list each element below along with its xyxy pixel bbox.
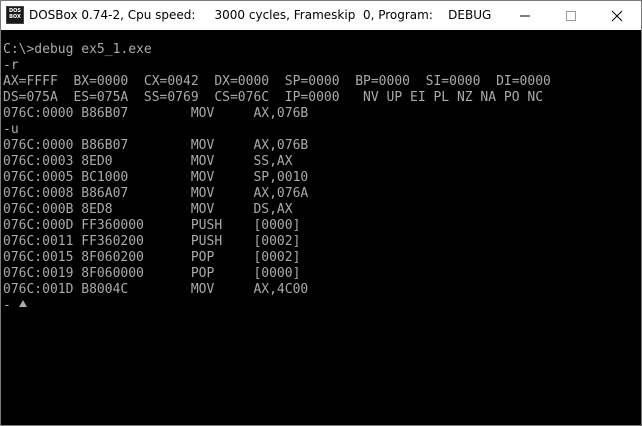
console-line-prompt-u: -u (3, 122, 19, 137)
console-line-registers-2: DS=075A ES=075A SS=0769 CS=076C IP=0000 … (3, 90, 544, 105)
console-line-prompt-r: -r (3, 58, 19, 73)
window-title: DOSBox 0.74-2, Cpu speed: 3000 cycles, F… (29, 8, 492, 22)
console-line-next-instruction: 076C:0000 B86B07 MOV AX,076B (3, 106, 309, 121)
dos-console-screen[interactable]: C:\>debug ex5_1.exe -r AX=FFFF BX=0000 C… (1, 30, 641, 425)
maximize-icon (566, 11, 576, 21)
console-line-disasm: 076C:000D FF360000 PUSH [0000] (3, 218, 301, 233)
title-bar[interactable]: DOS BOX DOSBox 0.74-2, Cpu speed: 3000 c… (1, 1, 641, 30)
console-line-disasm: 076C:000B 8ED8 MOV DS,AX (3, 202, 293, 217)
console-line-disasm: 076C:0011 FF360200 PUSH [0002] (3, 234, 301, 249)
console-line-disasm: 076C:0000 B86B07 MOV AX,076B (3, 138, 309, 153)
close-button[interactable] (594, 1, 640, 30)
dosbox-app-icon[interactable]: DOS BOX (6, 6, 24, 24)
app-icon-label: DOS BOX (8, 8, 21, 20)
console-line-disasm: 076C:0015 8F060200 POP [0002] (3, 250, 301, 265)
console-line-disasm: 076C:001D B8004C MOV AX,4C00 (3, 282, 309, 297)
console-line-disasm: 076C:0019 8F060000 POP [0000] (3, 266, 301, 281)
minimize-icon (520, 15, 530, 17)
console-line-disasm: 076C:0005 BC1000 MOV SP,0010 (3, 170, 309, 185)
close-icon (611, 10, 623, 22)
dosbox-window: DOS BOX DOSBox 0.74-2, Cpu speed: 3000 c… (0, 0, 642, 426)
maximize-button[interactable] (548, 1, 594, 30)
console-line-prompt: - (3, 298, 11, 313)
console-line-command: C:\>debug ex5_1.exe (3, 42, 152, 57)
mouse-cursor-icon (19, 300, 27, 307)
console-line-disasm: 076C:0003 8ED0 MOV SS,AX (3, 154, 293, 169)
console-line-registers-1: AX=FFFF BX=0000 CX=0042 DX=0000 SP=0000 … (3, 74, 551, 89)
minimize-button[interactable] (502, 1, 548, 30)
console-line-disasm: 076C:0008 B86A07 MOV AX,076A (3, 186, 309, 201)
